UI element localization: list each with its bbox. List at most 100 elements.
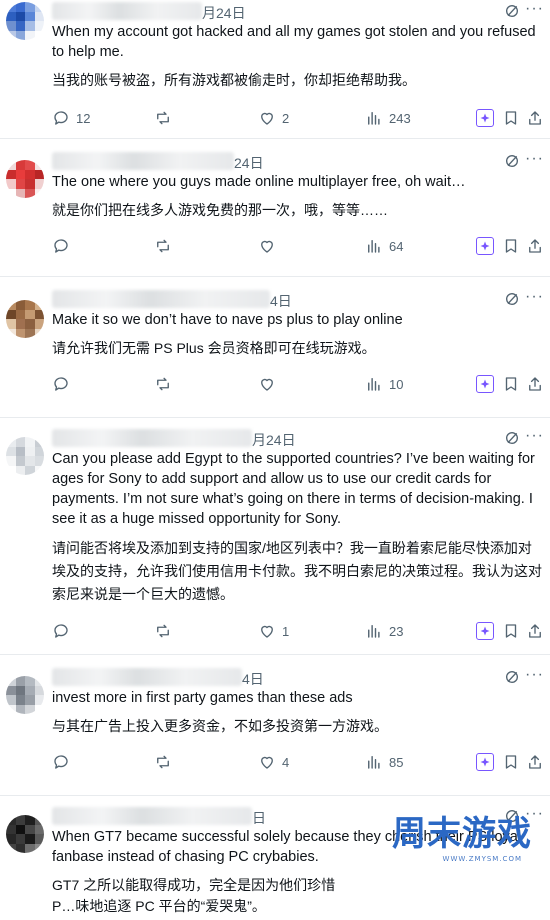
tweet-translation: 请问能否将埃及添加到支持的国家/地区列表中？我一直盼着索尼能尽快添加对埃及的支持… (52, 537, 550, 606)
bookmark-button[interactable] (502, 622, 520, 640)
tweet-date[interactable]: 4日 (270, 291, 292, 311)
retweet-icon (154, 375, 172, 393)
more-options-icon[interactable]: ··· (525, 150, 544, 168)
reply-tweet[interactable]: 月24日 ··· Can you please add Egypt to the… (0, 427, 550, 655)
like-icon (258, 109, 276, 127)
reply-button[interactable] (52, 375, 76, 393)
bookmark-button[interactable] (502, 109, 520, 127)
tweet-actions: 64 (52, 229, 550, 263)
more-options-icon[interactable]: ··· (525, 427, 544, 445)
reply-button[interactable]: 12 (52, 109, 90, 127)
reply-button[interactable] (52, 237, 76, 255)
views-button[interactable]: 243 (365, 109, 411, 127)
reply-tweet[interactable]: 4日 ··· invest more in first party games … (0, 666, 550, 796)
tweet-text: When my account got hacked and all my ga… (52, 22, 550, 62)
like-icon (258, 237, 276, 255)
more-options-icon[interactable]: ··· (525, 288, 544, 306)
like-icon (258, 375, 276, 393)
tweet-translation: 就是你们把在线多人游戏免费的那一次，哦，等等…… (52, 200, 550, 221)
retweet-icon (154, 109, 172, 127)
share-icon (526, 375, 544, 393)
watermark-logo-text: 周末游戏 (392, 806, 532, 855)
views-button[interactable]: 64 (365, 237, 403, 255)
tweet-date[interactable]: 月24日 (252, 430, 296, 450)
grok-button[interactable] (476, 622, 494, 640)
avatar[interactable] (6, 437, 44, 475)
tweet-header: 4日 ··· (52, 288, 550, 310)
like-button[interactable] (258, 237, 282, 255)
tweet-translation: 与其在广告上投入更多资金，不如多投资第一方游戏。 (52, 716, 550, 737)
share-button[interactable] (526, 109, 544, 127)
avatar[interactable] (6, 2, 44, 40)
avatar[interactable] (6, 300, 44, 338)
more-options-icon[interactable]: ··· (525, 0, 544, 18)
retweet-button[interactable] (154, 753, 178, 771)
tweet-text: The one where you guys made online multi… (52, 172, 550, 192)
tweet-actions: 12 2 243 (52, 101, 550, 135)
grok-button[interactable] (476, 753, 494, 771)
grok-slash-icon[interactable] (504, 430, 520, 446)
grok-slash-icon[interactable] (504, 291, 520, 307)
bookmark-icon (502, 237, 520, 255)
retweet-button[interactable] (154, 237, 178, 255)
share-button[interactable] (526, 237, 544, 255)
like-button[interactable]: 1 (258, 622, 289, 640)
reply-button[interactable] (52, 753, 76, 771)
bookmark-button[interactable] (502, 375, 520, 393)
views-count: 23 (389, 624, 403, 639)
grok-icon (476, 237, 494, 255)
tweet-date[interactable]: 月24日 (202, 3, 246, 23)
blurred-username (52, 429, 252, 447)
retweet-button[interactable] (154, 622, 178, 640)
share-button[interactable] (526, 622, 544, 640)
grok-slash-icon[interactable] (504, 153, 520, 169)
like-button[interactable] (258, 375, 282, 393)
grok-icon (476, 753, 494, 771)
tweet-date[interactable]: 日 (252, 808, 266, 828)
like-icon (258, 622, 276, 640)
tweet-date[interactable]: 4日 (242, 669, 264, 689)
like-count: 4 (282, 755, 289, 770)
like-button[interactable]: 2 (258, 109, 289, 127)
more-options-icon[interactable]: ··· (525, 666, 544, 684)
blurred-username (52, 668, 242, 686)
avatar[interactable] (6, 676, 44, 714)
tweet-actions: 1 23 (52, 614, 550, 648)
bookmark-icon (502, 109, 520, 127)
grok-button[interactable] (476, 375, 494, 393)
avatar[interactable] (6, 815, 44, 853)
share-icon (526, 237, 544, 255)
tweet-text: Can you please add Egypt to the supporte… (52, 449, 550, 529)
views-button[interactable]: 23 (365, 622, 403, 640)
site-watermark: 周末游戏 WWW.ZMYSM.COM (392, 806, 532, 855)
views-icon (365, 109, 383, 127)
grok-slash-icon[interactable] (504, 669, 520, 685)
tweet-date[interactable]: 24日 (234, 153, 264, 173)
tweet-translation: GT7 之所以能取得成功，完全是因为他们珍惜 P…味地追逐 PC 平台的“爱哭鬼… (52, 875, 550, 917)
share-button[interactable] (526, 753, 544, 771)
grok-button[interactable] (476, 237, 494, 255)
avatar[interactable] (6, 160, 44, 198)
retweet-button[interactable] (154, 375, 178, 393)
like-button[interactable]: 4 (258, 753, 289, 771)
tweet-translation: 请允许我们无需 PS Plus 会员资格即可在线玩游戏。 (52, 338, 550, 359)
views-count: 64 (389, 239, 403, 254)
reply-tweet[interactable]: 4日 ··· Make it so we don’t have to nave … (0, 288, 550, 418)
share-icon (526, 109, 544, 127)
bookmark-button[interactable] (502, 237, 520, 255)
grok-button[interactable] (476, 109, 494, 127)
reply-button[interactable] (52, 622, 76, 640)
tweet-header: 4日 ··· (52, 666, 550, 688)
grok-slash-icon[interactable] (504, 3, 520, 19)
grok-icon (476, 622, 494, 640)
reply-tweet[interactable]: 24日 ··· The one where you guys made onli… (0, 150, 550, 277)
reply-tweet[interactable]: 月24日 ··· When my account got hacked and … (0, 0, 550, 139)
views-button[interactable]: 10 (365, 375, 403, 393)
reply-feed: 月24日 ··· When my account got hacked and … (0, 0, 550, 920)
retweet-button[interactable] (154, 109, 178, 127)
grok-icon (476, 375, 494, 393)
bookmark-button[interactable] (502, 753, 520, 771)
views-button[interactable]: 85 (365, 753, 403, 771)
share-button[interactable] (526, 375, 544, 393)
views-icon (365, 753, 383, 771)
